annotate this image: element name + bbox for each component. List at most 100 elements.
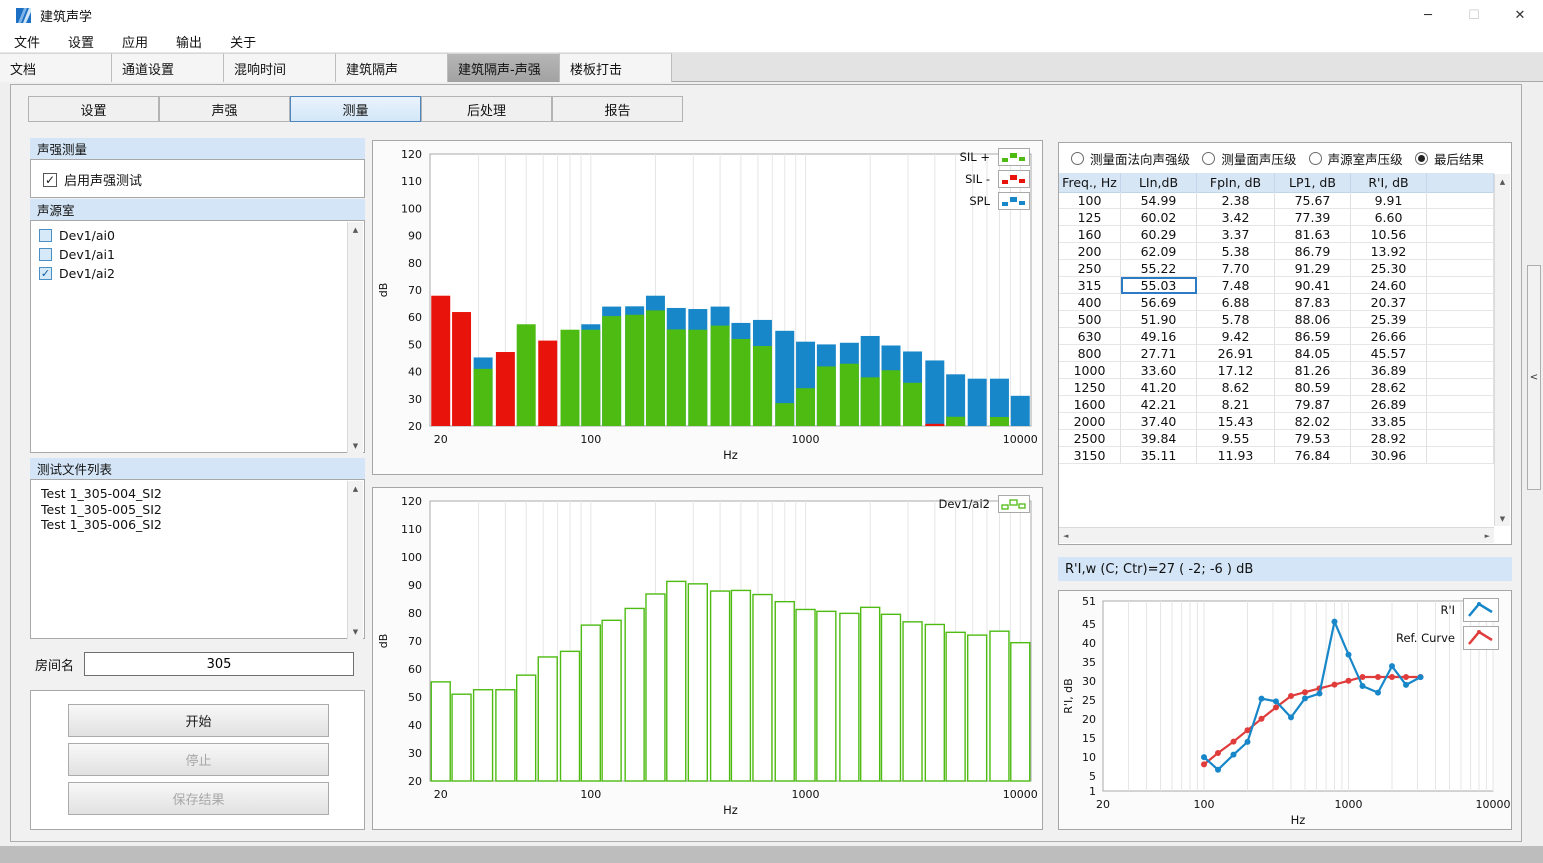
scroll-down-icon[interactable]: ▼ [348,438,363,453]
table-cell[interactable]: 77.39 [1275,209,1351,226]
main-tab-文档[interactable]: 文档 [0,53,112,82]
save-result-button[interactable]: 保存结果 [68,782,329,815]
table-cell[interactable]: 28.62 [1351,379,1427,396]
table-cell[interactable]: 3.37 [1197,226,1275,243]
table-cell[interactable] [1427,243,1494,260]
table-cell[interactable]: 160 [1059,226,1121,243]
table-cell[interactable]: 87.83 [1275,294,1351,311]
table-cell[interactable] [1427,260,1494,277]
table-cell[interactable]: 26.89 [1351,396,1427,413]
scroll-right-icon[interactable]: ► [1485,532,1490,540]
table-cell[interactable]: 6.88 [1197,294,1275,311]
table-cell[interactable]: 86.79 [1275,243,1351,260]
table-cell[interactable]: 7.70 [1197,260,1275,277]
scroll-up-icon[interactable]: ▲ [348,222,363,237]
table-cell[interactable]: 30.96 [1351,447,1427,464]
table-header-cell[interactable]: R'I, dB [1351,173,1427,192]
table-cell[interactable] [1427,328,1494,345]
table-cell[interactable] [1427,396,1494,413]
table-cell[interactable]: 55.03 [1121,277,1197,294]
table-cell[interactable]: 56.69 [1121,294,1197,311]
table-header-cell[interactable]: LP1, dB [1275,173,1351,192]
table-cell[interactable]: 25.39 [1351,311,1427,328]
table-cell[interactable]: 86.59 [1275,328,1351,345]
table-cell[interactable]: 37.40 [1121,413,1197,430]
table-cell[interactable] [1427,294,1494,311]
sub-tab-测量[interactable]: 测量 [290,96,421,122]
table-cell[interactable]: 42.21 [1121,396,1197,413]
table-cell[interactable] [1427,209,1494,226]
radio-测量面声压级[interactable]: 测量面声压级 [1202,149,1296,168]
table-cell[interactable]: 8.21 [1197,396,1275,413]
table-cell[interactable]: 2500 [1059,430,1121,447]
table-cell[interactable]: 315 [1059,277,1121,294]
table-cell[interactable]: 6.60 [1351,209,1427,226]
scroll-left-icon[interactable]: ◄ [1063,532,1068,540]
test-file-scrollbar[interactable]: ▲ ▼ [347,481,363,639]
table-cell[interactable]: 10.56 [1351,226,1427,243]
sub-tab-后处理[interactable]: 后处理 [421,96,552,122]
table-cell[interactable]: 80.59 [1275,379,1351,396]
sub-tab-设置[interactable]: 设置 [28,96,159,122]
radio-最后结果[interactable]: 最后结果 [1415,149,1484,168]
table-cell[interactable]: 55.22 [1121,260,1197,277]
table-cell[interactable]: 5.78 [1197,311,1275,328]
table-cell[interactable] [1427,345,1494,362]
main-tab-建筑隔声-声强[interactable]: 建筑隔声-声强 [448,53,560,82]
table-cell[interactable]: 800 [1059,345,1121,362]
table-cell[interactable]: 8.62 [1197,379,1275,396]
menu-item-关于[interactable]: 关于 [216,30,270,53]
test-file-item[interactable]: Test 1_305-006_SI2 [31,517,346,533]
sub-tab-报告[interactable]: 报告 [552,96,683,122]
channel-item-Dev1/ai2[interactable]: ✓Dev1/ai2 [31,264,346,283]
table-cell[interactable]: 81.63 [1275,226,1351,243]
panel-collapse-handle[interactable]: < [1527,265,1541,490]
test-file-item[interactable]: Test 1_305-004_SI2 [31,486,346,502]
scroll-down-icon[interactable]: ▼ [348,624,363,639]
table-cell[interactable]: 1600 [1059,396,1121,413]
table-vertical-scrollbar[interactable]: ▲ ▼ [1494,174,1510,526]
table-cell[interactable]: 7.48 [1197,277,1275,294]
test-file-item[interactable]: Test 1_305-005_SI2 [31,502,346,518]
menu-item-输出[interactable]: 输出 [162,30,216,53]
table-cell[interactable]: 45.57 [1351,345,1427,362]
table-cell[interactable] [1427,311,1494,328]
close-button[interactable]: ✕ [1497,0,1543,30]
table-header-cell[interactable]: Freq., Hz [1059,173,1121,192]
table-cell[interactable]: 3.42 [1197,209,1275,226]
table-cell[interactable]: 15.43 [1197,413,1275,430]
table-cell[interactable]: 54.99 [1121,192,1197,209]
table-cell[interactable] [1427,362,1494,379]
table-cell[interactable]: 11.93 [1197,447,1275,464]
table-cell[interactable]: 630 [1059,328,1121,345]
table-cell[interactable]: 39.84 [1121,430,1197,447]
table-cell[interactable]: 500 [1059,311,1121,328]
table-cell[interactable]: 36.89 [1351,362,1427,379]
table-cell[interactable]: 81.26 [1275,362,1351,379]
table-cell[interactable]: 2.38 [1197,192,1275,209]
table-cell[interactable]: 17.12 [1197,362,1275,379]
table-horizontal-scrollbar[interactable]: ◄ ► [1059,527,1494,543]
table-cell[interactable]: 26.91 [1197,345,1275,362]
room-name-input[interactable] [84,652,354,676]
main-tab-建筑隔声[interactable]: 建筑隔声 [336,53,448,82]
minimize-button[interactable]: ─ [1405,0,1451,30]
table-cell[interactable]: 250 [1059,260,1121,277]
table-cell[interactable]: 9.91 [1351,192,1427,209]
table-cell[interactable]: 60.02 [1121,209,1197,226]
table-cell[interactable]: 100 [1059,192,1121,209]
table-cell[interactable]: 33.85 [1351,413,1427,430]
table-cell[interactable]: 33.60 [1121,362,1197,379]
table-cell[interactable]: 3150 [1059,447,1121,464]
table-cell[interactable]: 82.02 [1275,413,1351,430]
table-cell[interactable]: 75.67 [1275,192,1351,209]
table-cell[interactable] [1427,192,1494,209]
table-cell[interactable]: 1250 [1059,379,1121,396]
table-cell[interactable]: 26.66 [1351,328,1427,345]
table-cell[interactable]: 24.60 [1351,277,1427,294]
menu-item-文件[interactable]: 文件 [0,30,54,53]
table-cell[interactable] [1427,226,1494,243]
table-cell[interactable]: 88.06 [1275,311,1351,328]
table-cell[interactable]: 76.84 [1275,447,1351,464]
channel-list-scrollbar[interactable]: ▲ ▼ [347,222,363,453]
